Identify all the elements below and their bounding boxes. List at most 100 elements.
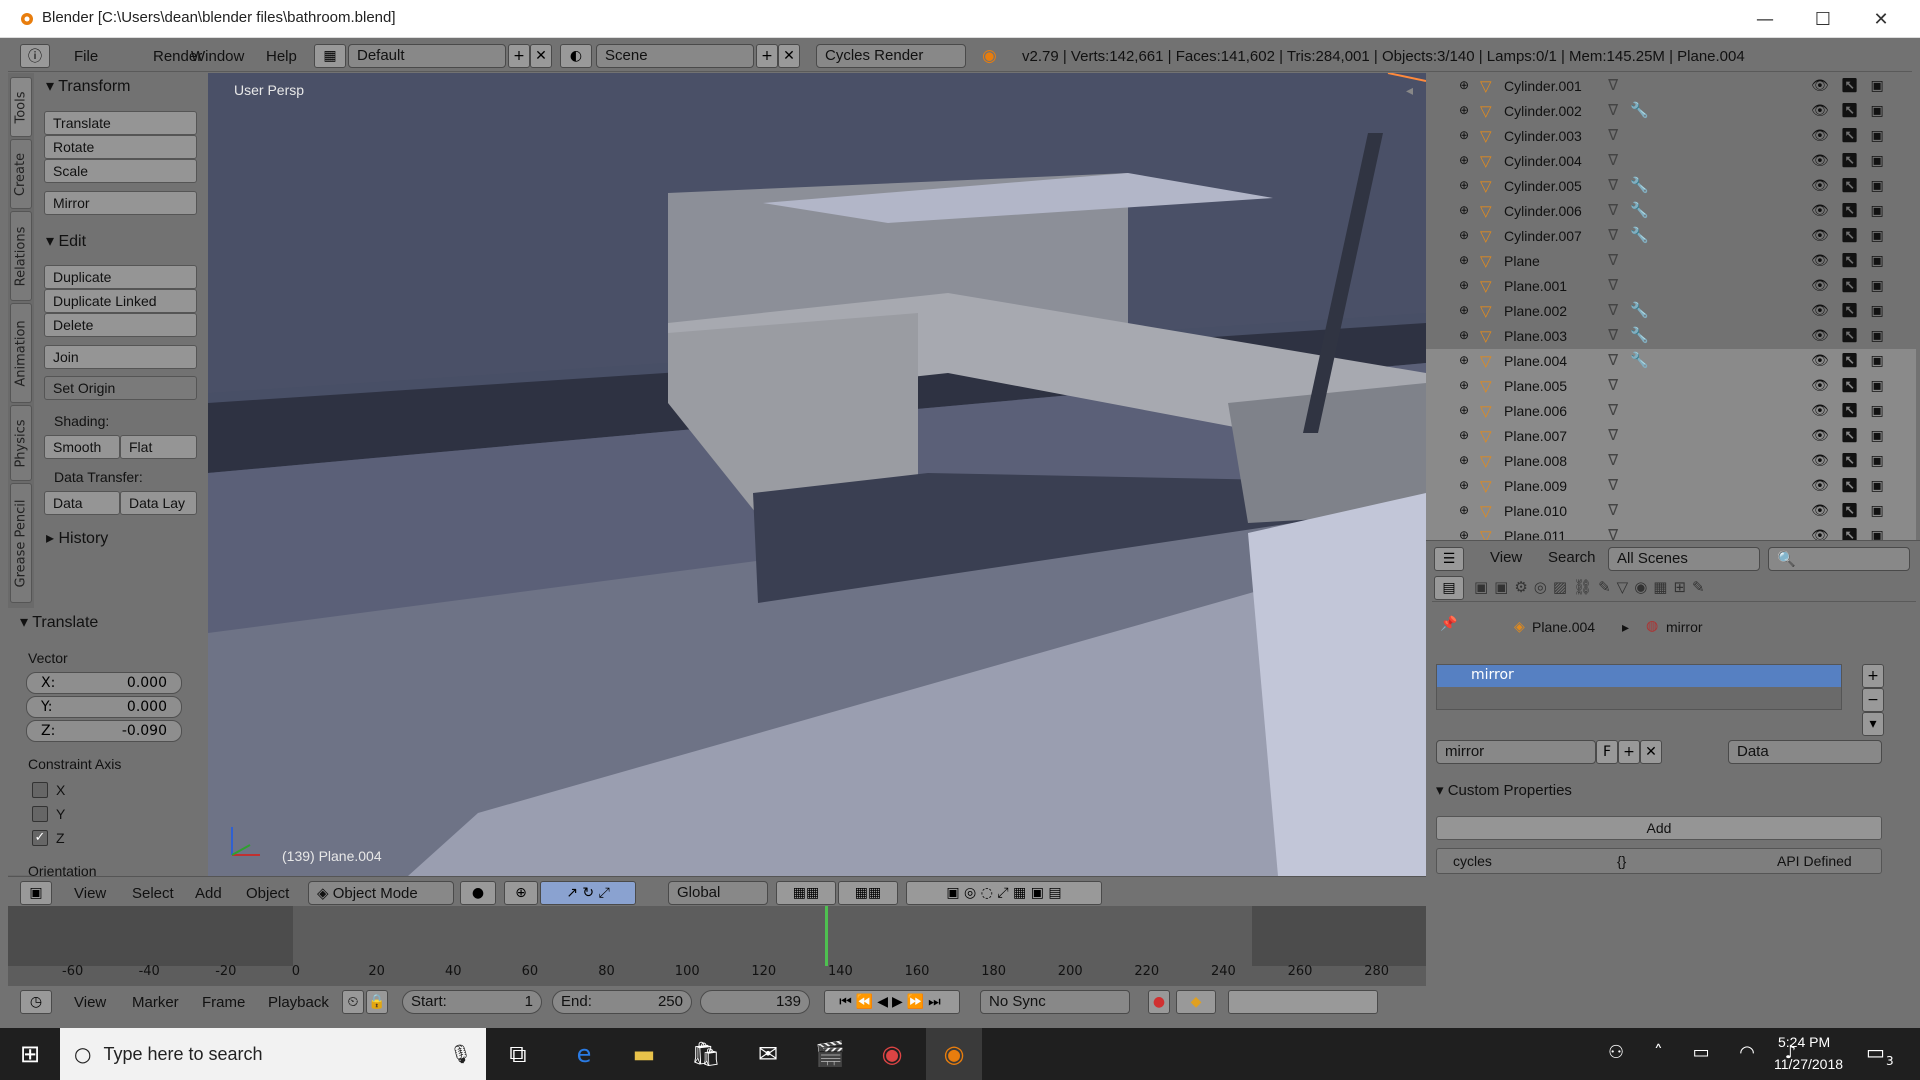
mesh-data-icon[interactable]: ᐁ (1608, 451, 1618, 469)
outliner-row[interactable]: ⊕ ▽ Cylinder.003 ᐁ 👁↖▣ (1426, 124, 1916, 149)
delete-button[interactable]: Delete (44, 313, 197, 337)
expand-icon[interactable]: ⊕ (1459, 253, 1469, 267)
constraint-z-checkbox[interactable]: ✓ (32, 830, 48, 846)
flat-button[interactable]: Flat (120, 435, 197, 459)
maximize-button[interactable]: ☐ (1794, 0, 1852, 38)
render-engine-select[interactable]: Cycles Render (816, 44, 966, 68)
tab-animation[interactable]: Animation (10, 303, 32, 403)
visibility-icons[interactable]: 👁↖▣ (1811, 202, 1896, 219)
modifier-wrench-icon[interactable]: 🔧 (1630, 326, 1649, 344)
duplicate-linked-button[interactable]: Duplicate Linked (44, 289, 197, 313)
constraint-y-checkbox[interactable] (32, 806, 48, 822)
tab-physics[interactable]: Physics (10, 405, 32, 481)
sync-select[interactable]: No Sync (980, 990, 1130, 1014)
add-menu[interactable]: Add (195, 885, 222, 902)
vector-z-field[interactable]: Z: -0.090 (26, 720, 182, 742)
visibility-icons[interactable]: 👁↖▣ (1811, 102, 1896, 119)
outliner-row[interactable]: ⊕ ▽ Cylinder.007 ᐁ 🔧 👁↖▣ (1426, 224, 1916, 249)
expand-icon[interactable]: ⊕ (1459, 203, 1469, 217)
display-mode-select[interactable]: All Scenes (1608, 547, 1760, 571)
view-menu[interactable]: View (74, 885, 106, 902)
tl-playback-menu[interactable]: Playback (268, 994, 329, 1011)
tl-view-menu[interactable]: View (74, 994, 106, 1011)
expand-icon[interactable]: ⊕ (1459, 278, 1469, 292)
visibility-icons[interactable]: 👁↖▣ (1811, 252, 1896, 269)
visibility-icons[interactable]: 👁↖▣ (1811, 327, 1896, 344)
current-frame-line[interactable] (825, 906, 829, 966)
mesh-data-icon[interactable]: ᐁ (1608, 76, 1618, 94)
expand-icon[interactable]: ⊕ (1459, 503, 1469, 517)
outliner-row[interactable]: ⊕ ▽ Plane.007 ᐁ 👁↖▣ (1426, 424, 1916, 449)
modifier-wrench-icon[interactable]: 🔧 (1630, 201, 1649, 219)
outliner-row[interactable]: ⊕ ▽ Cylinder.005 ᐁ 🔧 👁↖▣ (1426, 174, 1916, 199)
visibility-icons[interactable]: 👁↖▣ (1811, 402, 1896, 419)
outliner[interactable]: ⊕ ▽ Cylinder.001 ᐁ 👁↖▣ ⊕ ▽ Cylinder.002 ᐁ 🔧 👁↖▣ ⊕ ▽ C… (1426, 73, 1920, 549)
visibility-icons[interactable]: 👁↖▣ (1811, 452, 1896, 469)
expand-icon[interactable]: ⊕ (1459, 353, 1469, 367)
modifier-wrench-icon[interactable]: 🔧 (1630, 226, 1649, 244)
layer-buttons-1[interactable]: ▦▦ (776, 881, 836, 905)
mail-icon[interactable]: ✉ (740, 1028, 796, 1080)
expand-icon[interactable]: ⊕ (1459, 178, 1469, 192)
snapping-tools[interactable]: ▣ ◎ ◌ ⤢ ▦ ▣ ▤ (906, 881, 1102, 905)
duplicate-button[interactable]: Duplicate (44, 265, 197, 289)
mesh-data-icon[interactable]: ᐁ (1608, 176, 1618, 194)
expand-arrow-icon[interactable]: ◂ (1406, 83, 1413, 99)
shading-select[interactable]: ● (460, 881, 496, 905)
add-property-button[interactable]: Add (1436, 816, 1882, 840)
mesh-data-icon[interactable]: ᐁ (1608, 251, 1618, 269)
mode-select[interactable]: ◈ Object Mode (308, 881, 454, 905)
mesh-data-icon[interactable]: ᐁ (1608, 351, 1618, 369)
outliner-row[interactable]: ⊕ ▽ Plane.004 ᐁ 🔧 👁↖▣ (1426, 349, 1916, 374)
scale-button[interactable]: Scale (44, 159, 197, 183)
rotate-button[interactable]: Rotate (44, 135, 197, 159)
tab-grease-pencil[interactable]: Grease Pencil (10, 483, 32, 603)
expand-icon[interactable]: ⊕ (1459, 478, 1469, 492)
tab-relations[interactable]: Relations (10, 211, 32, 301)
expand-icon[interactable]: ⊕ (1459, 328, 1469, 342)
add-layout-button[interactable]: + (508, 44, 530, 68)
pin-icon[interactable]: 📌 (1440, 616, 1457, 632)
expand-icon[interactable]: ⊕ (1459, 403, 1469, 417)
outliner-row[interactable]: ⊕ ▽ Cylinder.001 ᐁ 👁↖▣ (1426, 74, 1916, 99)
tab-create[interactable]: Create (10, 139, 32, 209)
mesh-data-icon[interactable]: ᐁ (1608, 151, 1618, 169)
visibility-icons[interactable]: 👁↖▣ (1811, 302, 1896, 319)
unlink-material-button[interactable]: ✕ (1640, 740, 1662, 764)
join-button[interactable]: Join (44, 345, 197, 369)
constraint-x-checkbox[interactable] (32, 782, 48, 798)
remove-scene-button[interactable]: ✕ (778, 44, 800, 68)
blender-taskbar-icon[interactable]: ◉ (926, 1028, 982, 1080)
visibility-icons[interactable]: 👁↖▣ (1811, 352, 1896, 369)
menu-file[interactable]: File (74, 48, 98, 65)
modifier-wrench-icon[interactable]: 🔧 (1630, 101, 1649, 119)
vector-y-field[interactable]: Y: 0.000 (26, 696, 182, 718)
3d-view-editor-icon[interactable]: ▣ (20, 881, 52, 905)
mirror-button[interactable]: Mirror (44, 191, 197, 215)
expand-icon[interactable]: ⊕ (1459, 378, 1469, 392)
expand-icon[interactable]: ⊕ (1459, 228, 1469, 242)
mesh-data-icon[interactable]: ᐁ (1608, 326, 1618, 344)
data-layers-button[interactable]: Data Lay (120, 491, 197, 515)
custom-properties-header[interactable]: ▾ Custom Properties (1436, 781, 1572, 799)
select-menu[interactable]: Select (132, 885, 174, 902)
visibility-icons[interactable]: 👁↖▣ (1811, 477, 1896, 494)
outliner-row[interactable]: ⊕ ▽ Plane.008 ᐁ 👁↖▣ (1426, 449, 1916, 474)
chrome-icon[interactable]: ◉ (864, 1028, 920, 1080)
film-icon[interactable]: 🎬 (802, 1028, 858, 1080)
scene-icon[interactable]: ◐ (560, 44, 592, 68)
add-slot-button[interactable]: + (1862, 664, 1884, 688)
lock-icon[interactable]: 🔒 (366, 990, 388, 1014)
outliner-row[interactable]: ⊕ ▽ Plane.009 ᐁ 👁↖▣ (1426, 474, 1916, 499)
set-origin-select[interactable]: Set Origin (44, 376, 197, 400)
outliner-row[interactable]: ⊕ ▽ Plane.002 ᐁ 🔧 👁↖▣ (1426, 299, 1916, 324)
add-scene-button[interactable]: + (756, 44, 778, 68)
outliner-row[interactable]: ⊕ ▽ Cylinder.004 ᐁ 👁↖▣ (1426, 149, 1916, 174)
visibility-icons[interactable]: 👁↖▣ (1811, 77, 1896, 94)
object-menu[interactable]: Object (246, 885, 289, 902)
tab-tools[interactable]: Tools (10, 77, 32, 137)
operator-title[interactable]: ▾ Translate (20, 612, 98, 632)
playback-controls[interactable]: ⏮⏪◀▶⏩⏭ (824, 990, 960, 1014)
visibility-icons[interactable]: 👁↖▣ (1811, 502, 1896, 519)
outliner-row[interactable]: ⊕ ▽ Plane.005 ᐁ 👁↖▣ (1426, 374, 1916, 399)
